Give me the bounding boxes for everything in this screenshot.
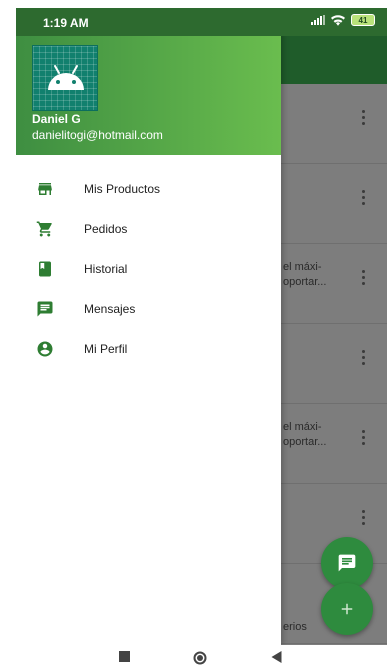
overflow-menu-icon[interactable] (362, 270, 366, 286)
drawer-item-label: Pedidos (84, 222, 128, 236)
add-product-fab-button[interactable] (321, 583, 373, 635)
square-icon (119, 651, 130, 662)
drawer-menu: Mis Productos Pedidos Historial Mensajes (16, 169, 281, 369)
drawer-item-label: Mi Perfil (84, 342, 128, 356)
account-circle-icon (35, 339, 55, 359)
drawer-item-mi-perfil[interactable]: Mi Perfil (16, 329, 281, 369)
drawer-item-label: Historial (84, 262, 128, 276)
drawer-item-mensajes[interactable]: Mensajes (16, 289, 281, 329)
message-icon (35, 299, 55, 319)
overflow-menu-icon[interactable] (362, 110, 366, 126)
phone-screen: el máxi- oportar... el máxi- oportar... … (16, 8, 387, 645)
status-icons: 41 (311, 14, 375, 26)
list-item-text: erios (283, 621, 307, 633)
drawer-item-label: Mis Productos (84, 182, 161, 196)
list-item-text: el máxi- oportar... (283, 261, 327, 288)
drawer-item-pedidos[interactable]: Pedidos (16, 209, 281, 249)
overflow-menu-icon[interactable] (362, 190, 366, 206)
drawer-item-label: Mensajes (84, 302, 136, 316)
list-item-text: el máxi- oportar... (283, 421, 327, 448)
chat-fab-button[interactable] (321, 537, 373, 589)
navigation-drawer: Daniel G danielitogi@hotmail.com Mis Pro… (16, 8, 281, 645)
triangle-back-icon (271, 651, 282, 663)
overflow-menu-icon[interactable] (362, 430, 366, 446)
system-navigation-bar (0, 645, 388, 670)
store-icon (35, 179, 55, 199)
back-button[interactable] (271, 651, 282, 663)
drawer-item-mis-productos[interactable]: Mis Productos (16, 169, 281, 209)
cart-icon (35, 219, 55, 239)
overflow-menu-icon[interactable] (362, 350, 366, 366)
user-email: danielitogi@hotmail.com (32, 128, 163, 142)
battery-icon: 41 (351, 14, 375, 26)
status-bar: 1:19 AM 41 (16, 8, 387, 36)
wifi-icon (331, 14, 345, 26)
android-icon (48, 65, 84, 90)
avatar[interactable] (32, 45, 98, 111)
recents-button[interactable] (119, 651, 130, 662)
status-time: 1:19 AM (43, 16, 89, 30)
home-button[interactable] (193, 651, 207, 665)
plus-icon (341, 603, 353, 615)
overflow-menu-icon[interactable] (362, 510, 366, 526)
user-name: Daniel G (32, 112, 81, 126)
book-icon (35, 259, 55, 279)
message-icon (338, 554, 356, 572)
circle-icon (193, 651, 207, 665)
signal-icon (311, 15, 325, 25)
drawer-item-historial[interactable]: Historial (16, 249, 281, 289)
